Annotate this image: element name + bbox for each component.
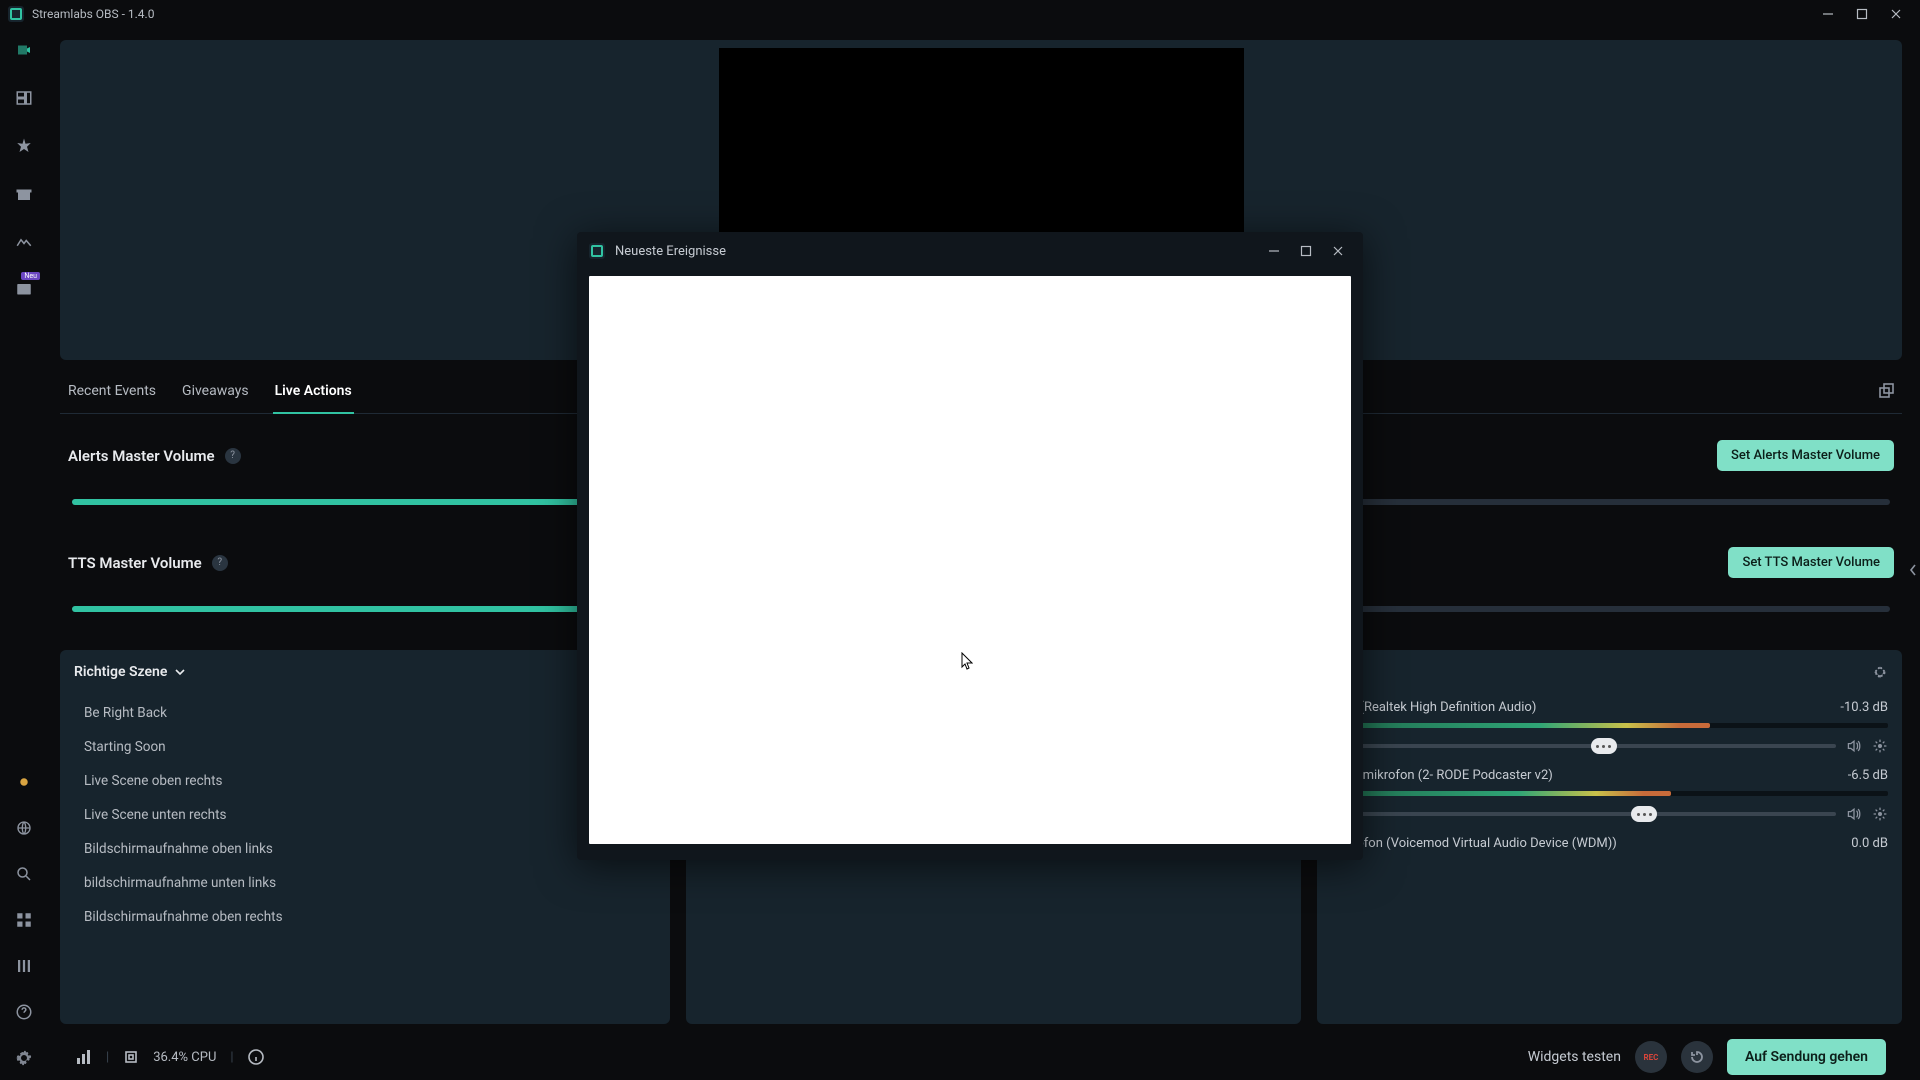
- modal-minimize-button[interactable]: [1259, 239, 1289, 263]
- themes-icon[interactable]: [12, 134, 36, 158]
- editor-icon[interactable]: [12, 38, 36, 62]
- mixer-track-name: Mikrofon (Voicemod Virtual Audio Device …: [1331, 836, 1617, 851]
- mute-icon[interactable]: [1846, 806, 1862, 822]
- mixer-settings-icon[interactable]: [1872, 664, 1888, 680]
- app-logo-icon: [8, 6, 24, 22]
- mixer-track: cher (Realtek High Definition Audio) -10…: [1331, 700, 1888, 754]
- close-button[interactable]: [1880, 2, 1912, 26]
- popout-icon[interactable]: [1878, 383, 1896, 401]
- mixer-db-value: 0.0 dB: [1851, 836, 1888, 851]
- sidebar: Neu: [0, 28, 48, 1080]
- statusbar: | 36.4% CPU | Widgets testen REC Auf Sen…: [60, 1034, 1902, 1080]
- titlebar[interactable]: Streamlabs OBS - 1.4.0: [0, 0, 1920, 28]
- track-settings-icon[interactable]: [1872, 806, 1888, 822]
- volume-slider[interactable]: [1331, 744, 1836, 748]
- help-icon[interactable]: [12, 1000, 36, 1024]
- cursor-icon: [961, 652, 973, 670]
- cpu-icon: [123, 1049, 139, 1065]
- volume-slider[interactable]: [1331, 812, 1836, 816]
- dashboard-icon[interactable]: [12, 230, 36, 254]
- replay-buffer-button[interactable]: [1681, 1041, 1713, 1073]
- scene-selector[interactable]: Richtige Szene: [74, 664, 185, 680]
- help-tooltip-icon[interactable]: ?: [212, 555, 228, 571]
- mixer-track: Mikrofon (Voicemod Virtual Audio Device …: [1331, 836, 1888, 851]
- search-icon[interactable]: [12, 862, 36, 886]
- stats-icon[interactable]: [76, 1049, 92, 1065]
- app-title: Streamlabs OBS - 1.4.0: [32, 7, 154, 21]
- layout-icon[interactable]: [12, 86, 36, 110]
- modal-content[interactable]: [589, 276, 1351, 844]
- help-tooltip-icon[interactable]: ?: [225, 448, 241, 464]
- tts-volume-title: TTS Master Volume: [68, 554, 202, 572]
- bars-icon[interactable]: [12, 954, 36, 978]
- cpu-value: 36.4% CPU: [153, 1050, 216, 1065]
- mixer-track: Tischmikrofon (2- RODE Podcaster v2) -6.…: [1331, 768, 1888, 822]
- app-logo-icon: [589, 243, 605, 259]
- info-icon[interactable]: [248, 1049, 264, 1065]
- recent-events-window[interactable]: Neueste Ereignisse: [577, 232, 1363, 860]
- volume-meter: [1331, 723, 1888, 728]
- globe-icon[interactable]: [12, 816, 36, 840]
- modal-title: Neueste Ereignisse: [615, 244, 726, 259]
- appstore-icon[interactable]: [12, 182, 36, 206]
- scene-item[interactable]: bildschirmaufnahme unten links: [60, 866, 670, 900]
- modal-close-button[interactable]: [1323, 239, 1353, 263]
- maximize-button[interactable]: [1846, 2, 1878, 26]
- settings-icon[interactable]: [12, 1046, 36, 1070]
- mixer-track-name: Tischmikrofon (2- RODE Podcaster v2): [1331, 768, 1553, 783]
- prime-icon[interactable]: [12, 770, 36, 794]
- alerts-volume-title: Alerts Master Volume: [68, 447, 215, 465]
- test-widgets-button[interactable]: Widgets testen: [1528, 1049, 1621, 1065]
- go-live-button[interactable]: Auf Sendung gehen: [1727, 1039, 1886, 1075]
- scene-item[interactable]: Bildschirmaufnahme oben rechts: [60, 900, 670, 934]
- modal-maximize-button[interactable]: [1291, 239, 1321, 263]
- chevron-down-icon: [175, 667, 185, 677]
- mixer-panel: cher (Realtek High Definition Audio) -10…: [1317, 650, 1902, 1024]
- new-feature-icon[interactable]: Neu: [12, 278, 36, 302]
- track-settings-icon[interactable]: [1872, 738, 1888, 754]
- set-tts-volume-button[interactable]: Set TTS Master Volume: [1728, 547, 1894, 578]
- volume-meter: [1331, 791, 1888, 796]
- minimize-button[interactable]: [1812, 2, 1844, 26]
- mixer-db-value: -10.3 dB: [1840, 700, 1888, 715]
- mute-icon[interactable]: [1846, 738, 1862, 754]
- grid-icon[interactable]: [12, 908, 36, 932]
- set-alerts-volume-button[interactable]: Set Alerts Master Volume: [1717, 440, 1894, 471]
- new-badge: Neu: [21, 272, 40, 280]
- active-scene-name: Richtige Szene: [74, 664, 167, 680]
- tab-live-actions[interactable]: Live Actions: [273, 370, 354, 414]
- tab-recent-events[interactable]: Recent Events: [66, 370, 158, 414]
- mixer-db-value: -6.5 dB: [1848, 768, 1888, 783]
- collapse-handle-icon[interactable]: [1906, 548, 1920, 592]
- record-button[interactable]: REC: [1635, 1041, 1667, 1073]
- tab-giveaways[interactable]: Giveaways: [180, 370, 251, 414]
